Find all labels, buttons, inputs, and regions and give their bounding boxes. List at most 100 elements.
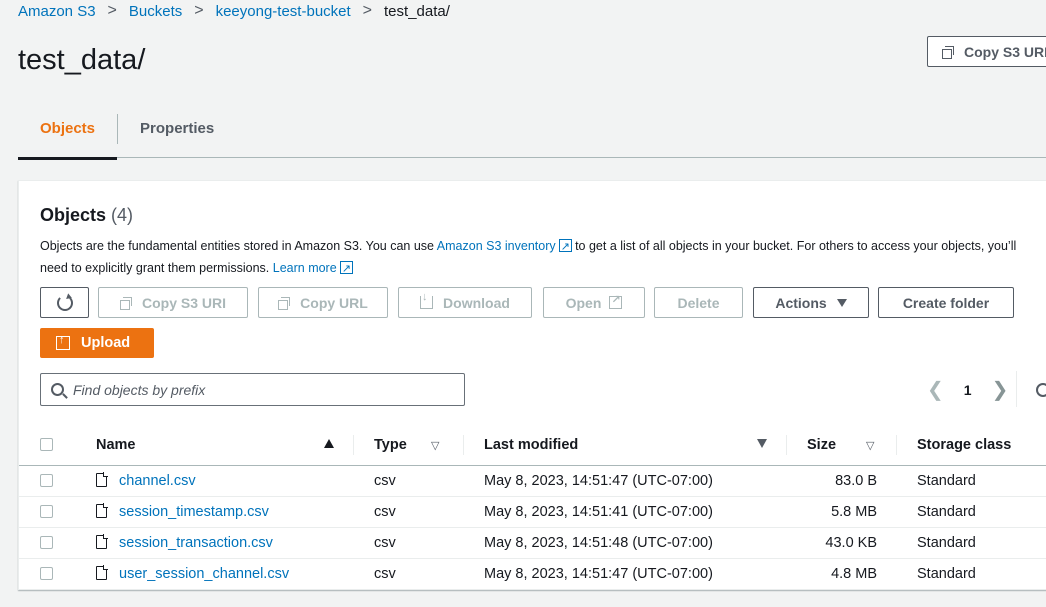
actions-label: Actions: [775, 294, 827, 311]
object-name-link[interactable]: channel.csv: [119, 473, 196, 489]
size-cell: 83.0 B: [787, 465, 897, 497]
column-size[interactable]: Size ▽: [787, 425, 897, 466]
modified-cell: May 8, 2023, 14:51:41 (UTC-07:00): [464, 496, 787, 528]
tab-properties[interactable]: Properties: [118, 108, 236, 158]
row-select-cell: [19, 465, 96, 497]
actions-dropdown[interactable]: Actions: [753, 287, 869, 318]
column-name-label: Name: [96, 436, 136, 453]
copy-url-label: Copy URL: [300, 294, 368, 311]
column-size-label: Size: [807, 436, 837, 453]
breadcrumb-buckets[interactable]: Buckets: [129, 3, 182, 20]
copy-icon: [119, 296, 132, 310]
breadcrumb: Amazon S3 > Buckets > keeyong-test-bucke…: [18, 2, 450, 20]
delete-label: Delete: [677, 294, 720, 311]
tab-bar: Objects Properties: [18, 108, 1046, 160]
name-cell: session_transaction.csv: [96, 527, 354, 559]
column-last-modified-label: Last modified: [484, 436, 579, 453]
breadcrumb-amazon-s3[interactable]: Amazon S3: [18, 3, 96, 20]
refresh-button[interactable]: [40, 287, 89, 318]
learn-more-link[interactable]: Learn more: [273, 261, 337, 275]
select-all-checkbox[interactable]: [40, 438, 53, 452]
row-checkbox[interactable]: [40, 474, 53, 488]
objects-description: Objects are the fundamental entities sto…: [40, 235, 1040, 280]
column-storage-class-label: Storage class: [917, 436, 1012, 453]
chevron-right-icon: >: [362, 2, 373, 19]
download-button[interactable]: Download: [398, 287, 532, 318]
copy-icon: [278, 296, 291, 310]
size-cell: 4.8 MB: [831, 565, 877, 582]
open-label: Open: [565, 294, 602, 311]
table-row[interactable]: channel.csv csv May 8, 2023, 14:51:47 (U…: [19, 465, 1046, 497]
name-cell: session_timestamp.csv: [96, 496, 354, 528]
name-cell: user_session_channel.csv: [96, 558, 354, 589]
divider: [1016, 371, 1017, 407]
table-row[interactable]: user_session_channel.csv csv May 8, 2023…: [19, 558, 1046, 589]
caret-down-icon: [836, 298, 847, 307]
storage-class-cell: Standard: [897, 465, 1046, 497]
select-all-cell: [19, 425, 96, 466]
row-select-cell: [19, 558, 96, 589]
search-icon: [51, 383, 64, 396]
type-cell: csv: [354, 527, 464, 559]
search-box: [40, 373, 465, 406]
row-checkbox[interactable]: [40, 505, 53, 519]
chevron-left-icon[interactable]: ❮: [927, 377, 944, 402]
column-name[interactable]: Name: [96, 425, 354, 466]
chevron-right-icon: >: [107, 2, 117, 19]
table-header-row: Name Type ▽ Last modified Size ▽ Storage…: [19, 425, 1046, 466]
column-last-modified[interactable]: Last modified: [464, 425, 787, 466]
type-cell: csv: [354, 465, 464, 497]
storage-class-cell: Standard: [917, 565, 976, 582]
chevron-right-icon[interactable]: ❯: [992, 377, 1009, 402]
tab-objects[interactable]: Objects: [18, 108, 118, 160]
breadcrumb-bucket[interactable]: keeyong-test-bucket: [216, 3, 351, 20]
object-name-link[interactable]: user_session_channel.csv: [119, 566, 289, 582]
table-row[interactable]: session_timestamp.csv csv May 8, 2023, 1…: [19, 496, 1046, 528]
copy-s3-uri-header-button[interactable]: Copy S3 URI: [927, 36, 1046, 67]
copy-s3-uri-label: Copy S3 URI: [141, 294, 226, 311]
row-checkbox[interactable]: [40, 536, 53, 550]
external-link-icon: [558, 236, 572, 258]
storage-class-cell: Standard: [897, 496, 1046, 528]
copy-icon: [942, 45, 954, 59]
object-name-link[interactable]: session_transaction.csv: [119, 535, 273, 551]
modified-cell: May 8, 2023, 14:51:48 (UTC-07:00): [464, 527, 787, 559]
create-folder-label: Create folder: [902, 294, 990, 311]
row-checkbox[interactable]: [40, 567, 53, 581]
type-cell: csv: [354, 496, 464, 528]
type-cell: csv: [374, 565, 396, 582]
pagination: ❮ 1 ❯: [927, 373, 1008, 406]
open-button[interactable]: Open: [543, 287, 645, 318]
breadcrumb-current: test_data/: [384, 2, 450, 20]
column-type[interactable]: Type ▽: [354, 425, 464, 466]
modified-cell: May 8, 2023, 14:51:47 (UTC-07:00): [464, 465, 787, 497]
refresh-icon: [56, 294, 73, 311]
page-title: test_data/: [18, 44, 146, 76]
delete-button[interactable]: Delete: [654, 287, 743, 318]
objects-panel: Objects (4) Objects are the fundamental …: [18, 180, 1046, 590]
file-icon: [96, 471, 108, 487]
object-name-link[interactable]: session_timestamp.csv: [119, 504, 269, 520]
copy-s3-uri-header-label: Copy S3 URI: [964, 43, 1046, 60]
external-link-icon: [339, 258, 353, 280]
file-icon: [96, 564, 108, 580]
objects-heading: Objects (4): [40, 205, 133, 226]
file-icon: [96, 533, 108, 549]
name-cell: channel.csv: [96, 465, 354, 497]
sort-ascending-icon: [324, 439, 334, 448]
copy-s3-uri-button[interactable]: Copy S3 URI: [98, 287, 248, 318]
create-folder-button[interactable]: Create folder: [878, 287, 1014, 318]
table-row[interactable]: session_transaction.csv csv May 8, 2023,…: [19, 527, 1046, 559]
column-storage-class[interactable]: Storage class: [897, 425, 1046, 466]
inventory-link[interactable]: Amazon S3 inventory: [437, 239, 556, 253]
download-label: Download: [443, 294, 510, 311]
storage-class-cell: Standard: [897, 527, 1046, 559]
chevron-right-icon: >: [194, 2, 204, 19]
sort-icon: ▽: [866, 440, 875, 452]
gear-icon[interactable]: [1036, 383, 1046, 397]
copy-url-button[interactable]: Copy URL: [258, 287, 388, 318]
upload-button[interactable]: Upload: [40, 328, 154, 358]
search-input[interactable]: [73, 381, 453, 398]
row-select-cell: [19, 496, 96, 528]
page-number[interactable]: 1: [964, 382, 972, 398]
